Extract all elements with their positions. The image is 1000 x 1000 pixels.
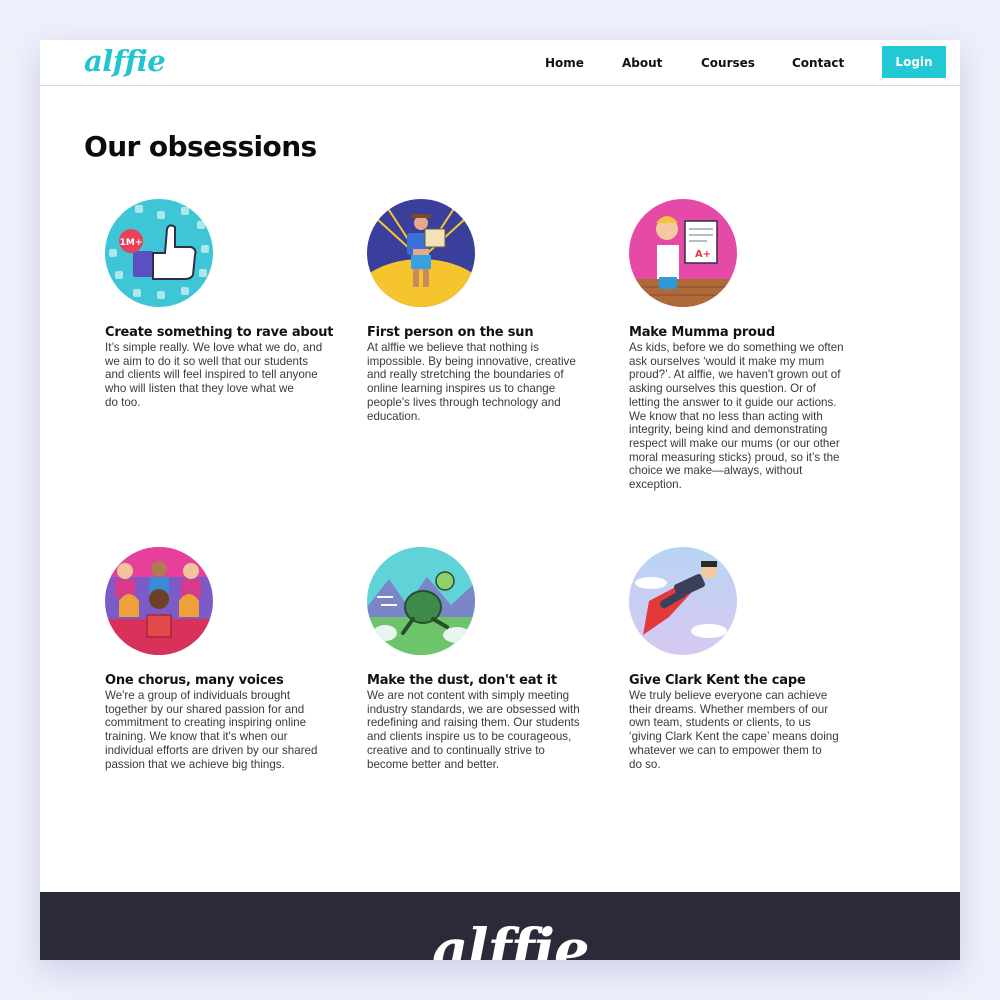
login-button[interactable]: Login — [882, 46, 946, 78]
obsession-card-6: Give Clark Kent the cape We truly believ… — [629, 547, 865, 771]
superhero-illustration — [629, 547, 737, 655]
nav-courses[interactable]: Courses — [701, 56, 755, 70]
explorer-illustration — [367, 199, 475, 307]
obsession-card-2: First person on the sun At alffie we bel… — [367, 199, 603, 423]
nav-about[interactable]: About — [622, 56, 662, 70]
card-title: Give Clark Kent the cape — [629, 673, 806, 688]
running-turtle-illustration — [367, 547, 475, 655]
page-frame: alffie Home About Courses Contact Login … — [40, 40, 960, 960]
card-body: At alffie we believe that nothing is impo… — [367, 341, 576, 423]
card-body: We are not content with simply meeting in… — [367, 689, 580, 771]
site-header: alffie Home About Courses Contact Login — [40, 40, 960, 86]
obsession-card-4: One chorus, many voices We're a group of… — [105, 547, 341, 771]
obsession-card-3: A+ Make Mumma proud As kids, before we d… — [629, 199, 865, 492]
obsession-card-1: 1M+ Create something to rave about It’s … — [105, 199, 341, 410]
card-title: First person on the sun — [367, 325, 534, 340]
card-body: We're a group of individuals brought toge… — [105, 689, 318, 771]
card-body: We truly believe everyone can achieve the… — [629, 689, 839, 771]
nav-contact[interactable]: Contact — [792, 56, 844, 70]
card-title: Make Mumma proud — [629, 325, 775, 340]
proud-kid-illustration: A+ — [629, 199, 737, 307]
grade-text: A+ — [695, 249, 711, 260]
footer-logo[interactable]: alffie — [432, 920, 590, 960]
logo[interactable]: alffie — [84, 44, 166, 78]
badge-text: 1M+ — [120, 238, 143, 248]
choir-illustration — [105, 547, 213, 655]
nav-home[interactable]: Home — [545, 56, 584, 70]
card-title: Make the dust, don't eat it — [367, 673, 557, 688]
site-footer: alffie — [40, 892, 960, 960]
obsession-card-5: Make the dust, don't eat it We are not c… — [367, 547, 603, 771]
card-title: One chorus, many voices — [105, 673, 284, 688]
card-body: As kids, before we do something we often… — [629, 341, 844, 492]
card-body: It’s simple really. We love what we do, … — [105, 341, 323, 409]
page-title: Our obsessions — [84, 130, 317, 163]
card-title: Create something to rave about — [105, 325, 334, 340]
thumbs-up-illustration: 1M+ — [105, 199, 213, 307]
